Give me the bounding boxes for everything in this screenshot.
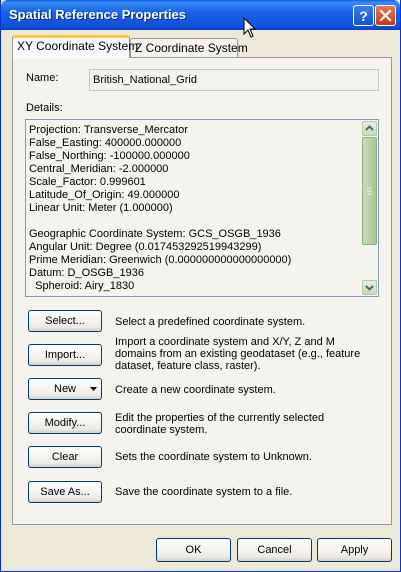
close-button[interactable] <box>375 5 396 26</box>
help-button[interactable]: ? <box>353 5 374 26</box>
name-field[interactable]: British_National_Grid <box>89 69 379 91</box>
details-line: Geographic Coordinate System: GCS_OSGB_1… <box>29 228 281 240</box>
scroll-down-button[interactable] <box>362 280 377 295</box>
chevron-up-icon <box>365 125 374 131</box>
details-line <box>29 215 359 228</box>
details-content: Projection: Transverse_Mercator False_Ea… <box>29 124 359 293</box>
save-as-button[interactable]: Save As... <box>28 481 102 503</box>
details-scrollbar[interactable] <box>361 120 378 296</box>
clear-button[interactable]: Clear <box>28 446 102 468</box>
import-description: Import a coordinate system and X/Y, Z an… <box>115 336 361 372</box>
save-as-description: Save the coordinate system to a file. <box>115 486 293 498</box>
details-textbox[interactable]: Projection: Transverse_Mercator False_Ea… <box>25 119 379 297</box>
window-title: Spatial Reference Properties <box>9 7 187 22</box>
clear-description: Sets the coordinate system to Unknown. <box>115 451 312 463</box>
scroll-thumb[interactable] <box>362 137 377 245</box>
details-line: False_Easting: 400000.000000 <box>29 137 182 149</box>
question-icon: ? <box>359 8 368 24</box>
select-button[interactable]: Select... <box>28 310 102 332</box>
new-description: Create a new coordinate system. <box>115 384 276 396</box>
import-button[interactable]: Import... <box>28 344 102 366</box>
details-line: Latitude_Of_Origin: 49.000000 <box>29 189 180 201</box>
dropdown-arrow-icon <box>90 387 97 391</box>
details-line: Angular Unit: Degree (0.0174532925199432… <box>29 241 262 253</box>
details-line: Spheroid: Airy_1830 <box>29 280 135 292</box>
new-button-label: New <box>54 383 77 395</box>
details-line: Prime Meridian: Greenwich (0.00000000000… <box>29 254 292 266</box>
svg-text:?: ? <box>359 8 368 24</box>
details-line: Central_Meridian: -2.000000 <box>29 163 169 175</box>
tab-xy-coordinate-system[interactable]: XY Coordinate System <box>12 35 138 58</box>
scroll-up-button[interactable] <box>362 121 377 136</box>
apply-button[interactable]: Apply <box>317 538 392 562</box>
details-line: False_Northing: -100000.000000 <box>29 150 190 162</box>
select-description: Select a predefined coordinate system. <box>115 316 306 328</box>
modify-button[interactable]: Modify... <box>28 412 102 434</box>
details-label: Details: <box>26 102 63 114</box>
tab-z-coordinate-system[interactable]: Z Coordinate System <box>130 38 248 58</box>
cancel-button[interactable]: Cancel <box>237 538 312 562</box>
name-label: Name: <box>26 72 59 84</box>
mouse-cursor-icon <box>243 17 257 38</box>
details-line: Datum: D_OSGB_1936 <box>29 267 144 279</box>
grip-icon <box>367 187 372 195</box>
title-bar[interactable]: Spatial Reference Properties ? <box>1 0 400 30</box>
new-button[interactable]: New <box>28 378 102 400</box>
close-icon <box>379 9 392 22</box>
details-line: Linear Unit: Meter (1.000000) <box>29 202 173 214</box>
details-line: Scale_Factor: 0.999601 <box>29 176 146 188</box>
spatial-reference-dialog: Spatial Reference Properties ? XY Coordi… <box>0 0 401 572</box>
details-line: Projection: Transverse_Mercator <box>29 124 188 136</box>
chevron-down-icon <box>365 285 374 291</box>
modify-description: Edit the properties of the currently sel… <box>115 412 325 436</box>
ok-button[interactable]: OK <box>156 538 231 562</box>
